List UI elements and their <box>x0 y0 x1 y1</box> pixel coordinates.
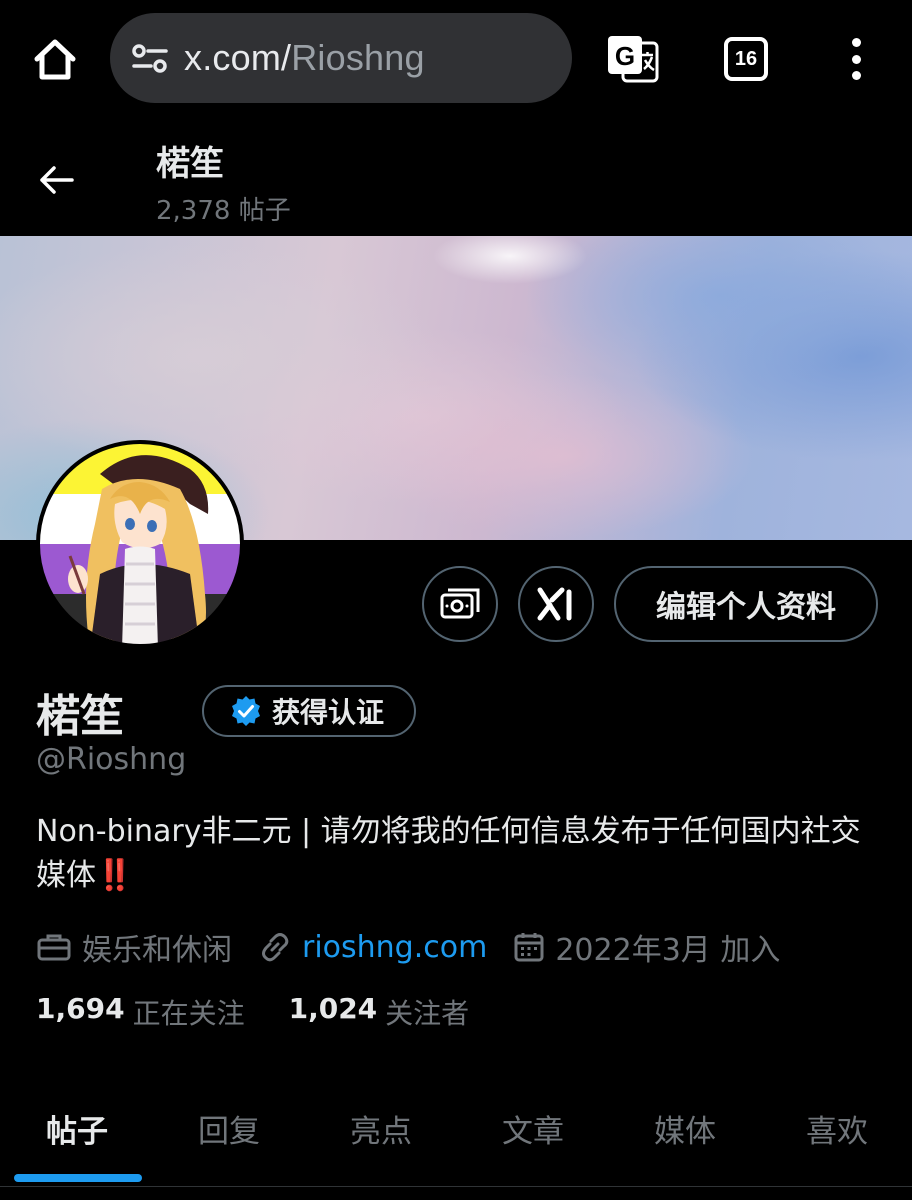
arrow-left-icon <box>40 166 74 194</box>
avatar-illustration <box>68 455 209 644</box>
profile-name: 楉笙 <box>36 691 124 742</box>
svg-text:G: G <box>615 41 635 71</box>
active-tab-indicator <box>14 1174 142 1182</box>
link-icon <box>262 933 289 962</box>
tab-articles[interactable]: 文章 <box>502 1106 564 1151</box>
grok-button[interactable] <box>518 566 594 642</box>
money-icon <box>440 588 480 619</box>
url-path: Rioshng <box>291 37 425 78</box>
browser-toolbar: x.com/Rioshng G 16 <box>0 0 912 118</box>
site-settings-button[interactable] <box>128 36 172 80</box>
profile-tabs: 帖子 回复 亮点 文章 媒体 喜欢 <box>0 1090 912 1200</box>
followers-label: 关注者 <box>385 997 470 1030</box>
home-button[interactable] <box>28 32 82 86</box>
tip-button[interactable] <box>422 566 498 642</box>
following-link[interactable]: 1,694 正在关注 <box>36 992 245 1032</box>
following-label: 正在关注 <box>132 997 245 1030</box>
tab-switcher-button[interactable]: 16 <box>722 35 770 83</box>
calendar-icon <box>514 933 544 962</box>
following-count: 1,694 <box>36 992 125 1025</box>
double-exclamation-emoji: ‼️ <box>96 858 133 893</box>
category-text: 娱乐和休闲 <box>82 933 232 968</box>
tune-icon <box>132 44 168 73</box>
tabs-divider <box>0 1186 912 1187</box>
profile-meta-row: 娱乐和休闲 rioshng.com 2022年3月 加入 <box>36 924 780 970</box>
tab-likes[interactable]: 喜欢 <box>806 1106 868 1151</box>
profile-website[interactable]: rioshng.com <box>258 930 487 965</box>
tab-media[interactable]: 媒体 <box>654 1106 716 1151</box>
translate-button[interactable]: G <box>604 32 662 86</box>
briefcase-icon <box>37 934 71 961</box>
get-verified-button[interactable]: 获得认证 <box>202 685 416 737</box>
get-verified-label: 获得认证 <box>272 696 385 729</box>
url-text[interactable]: x.com/Rioshng <box>184 37 425 79</box>
more-vert-icon[interactable] <box>836 32 876 86</box>
translate-icon: G <box>608 36 659 83</box>
tab-replies[interactable]: 回复 <box>198 1106 260 1151</box>
website-link[interactable]: rioshng.com <box>302 930 487 965</box>
back-button[interactable] <box>36 160 76 200</box>
joined-text: 2022年3月 加入 <box>555 933 781 968</box>
address-bar[interactable]: x.com/Rioshng <box>110 13 572 103</box>
profile-joined: 2022年3月 加入 <box>513 925 780 969</box>
header-title: 楉笙 <box>156 144 224 184</box>
tab-highlights[interactable]: 亮点 <box>350 1106 412 1151</box>
follow-stats: 1,694 正在关注 1,024 关注者 <box>36 992 469 1032</box>
avatar[interactable] <box>36 440 244 648</box>
tab-posts[interactable]: 帖子 <box>46 1106 108 1151</box>
verified-badge-icon <box>232 696 260 726</box>
profile-category: 娱乐和休闲 <box>36 925 232 969</box>
bio-text: Non-binary非二元 | 请勿将我的任何信息发布于任何国内社交媒体 <box>36 814 861 893</box>
tab-count: 16 <box>724 37 768 81</box>
header-post-count: 2,378 帖子 <box>156 196 291 226</box>
edit-profile-button[interactable]: 编辑个人资料 <box>614 566 878 642</box>
profile-bio: Non-binary非二元 | 请勿将我的任何信息发布于任何国内社交媒体‼️ <box>36 810 886 898</box>
grok-icon <box>537 587 572 621</box>
followers-count: 1,024 <box>288 992 378 1025</box>
profile-handle: @Rioshng <box>36 742 187 777</box>
url-host: x.com/ <box>184 37 292 78</box>
followers-link[interactable]: 1,024 关注者 <box>289 992 470 1032</box>
home-icon <box>34 39 76 80</box>
